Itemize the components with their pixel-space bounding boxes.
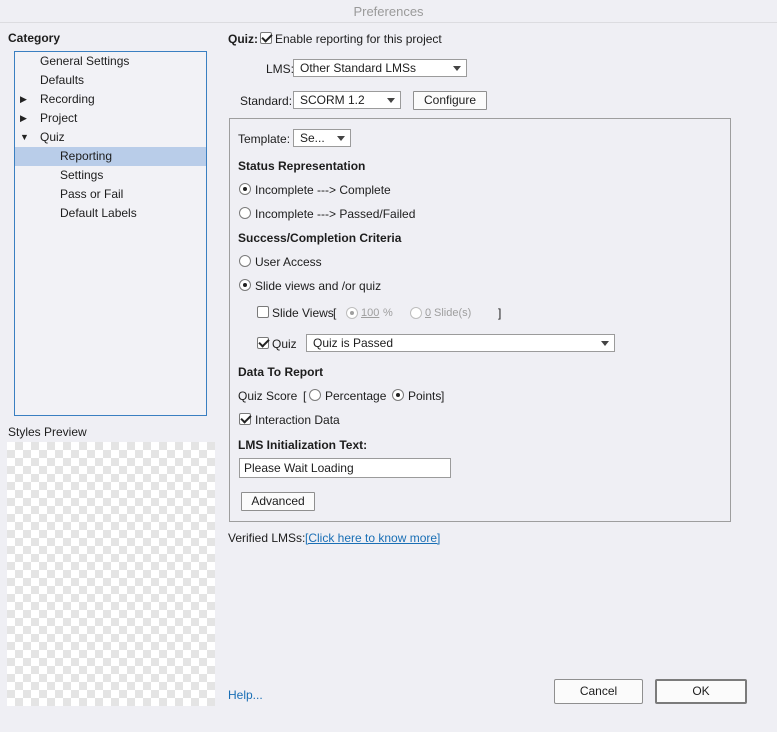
quiz-score-open-bracket: [: [303, 389, 307, 403]
quiz-score-label: Quiz Score: [238, 389, 298, 403]
percentage-radio[interactable]: [309, 389, 321, 401]
points-label[interactable]: Points: [408, 389, 441, 403]
percentage-label[interactable]: Percentage: [325, 389, 386, 403]
slide-views-quiz-label[interactable]: Slide views and /or quiz: [255, 279, 381, 293]
tree-item-label: Quiz: [40, 130, 65, 144]
quiz-score-close-bracket: ]: [441, 389, 445, 403]
slide-views-open-bracket: [: [333, 306, 337, 320]
data-to-report-heading: Data To Report: [238, 365, 324, 379]
tree-item-label: General Settings: [40, 54, 130, 68]
lms-label: LMS:: [266, 62, 295, 76]
expand-arrow-icon[interactable]: ▶: [20, 109, 27, 128]
chevron-down-icon: [601, 341, 609, 346]
slide-views-percent-value[interactable]: 100: [361, 307, 379, 319]
status-passed-failed-radio[interactable]: [239, 207, 251, 219]
tree-item-label: Pass or Fail: [60, 187, 124, 201]
slide-views-quiz-radio[interactable]: [239, 279, 251, 291]
standard-select-value: SCORM 1.2: [300, 93, 365, 107]
chevron-down-icon: [387, 98, 395, 103]
tree-item-label: Defaults: [40, 73, 85, 87]
status-representation-heading: Status Representation: [238, 159, 366, 173]
status-complete-label[interactable]: Incomplete ---> Complete: [255, 183, 391, 197]
tree-item-recording[interactable]: ▶ Recording: [15, 90, 206, 109]
slide-views-label[interactable]: Slide Views: [272, 306, 334, 320]
cancel-button[interactable]: Cancel: [554, 679, 643, 704]
window-title: Preferences: [0, 0, 777, 23]
quiz-criteria-checkbox[interactable]: [257, 337, 269, 349]
expand-arrow-icon[interactable]: ▶: [20, 90, 27, 109]
tree-item-pass-or-fail[interactable]: Pass or Fail: [15, 185, 206, 204]
category-label: Category: [8, 31, 61, 45]
verified-lms-link[interactable]: [Click here to know more]: [305, 531, 440, 545]
tree-item-settings[interactable]: Settings: [15, 166, 206, 185]
slide-views-percent-unit: %: [383, 307, 393, 319]
tree-item-general-settings[interactable]: General Settings: [15, 52, 206, 71]
template-select[interactable]: Se...: [293, 129, 351, 147]
slide-views-count-radio[interactable]: [410, 307, 422, 319]
ok-button[interactable]: OK: [655, 679, 747, 704]
user-access-label[interactable]: User Access: [255, 255, 322, 269]
lms-init-heading: LMS Initialization Text:: [238, 438, 368, 452]
criteria-heading: Success/Completion Criteria: [238, 231, 402, 245]
quiz-condition-select[interactable]: Quiz is Passed: [306, 334, 615, 352]
enable-reporting-label[interactable]: Enable reporting for this project: [275, 32, 442, 46]
slide-views-count-value[interactable]: 0: [425, 307, 431, 319]
collapse-arrow-icon[interactable]: ▼: [20, 128, 29, 147]
chevron-down-icon: [453, 66, 461, 71]
enable-reporting-checkbox[interactable]: [260, 32, 272, 44]
tree-item-project[interactable]: ▶ Project: [15, 109, 206, 128]
lms-select-value: Other Standard LMSs: [300, 61, 417, 75]
status-passed-failed-label[interactable]: Incomplete ---> Passed/Failed: [255, 207, 415, 221]
tree-item-defaults[interactable]: Defaults: [15, 71, 206, 90]
interaction-data-checkbox[interactable]: [239, 413, 251, 425]
quiz-criteria-label[interactable]: Quiz: [272, 337, 297, 351]
help-link[interactable]: Help...: [228, 688, 263, 702]
user-access-radio[interactable]: [239, 255, 251, 267]
tree-item-reporting[interactable]: Reporting: [15, 147, 206, 166]
tree-item-label: Default Labels: [60, 206, 137, 220]
lms-select[interactable]: Other Standard LMSs: [293, 59, 467, 77]
advanced-button[interactable]: Advanced: [241, 492, 315, 511]
category-tree[interactable]: General Settings Defaults ▶ Recording ▶ …: [14, 51, 207, 416]
verified-lms-label: Verified LMSs:: [228, 531, 306, 545]
slide-views-percent-radio[interactable]: [346, 307, 358, 319]
tree-item-label: Project: [40, 111, 78, 125]
standard-label: Standard:: [240, 94, 293, 108]
interaction-data-label[interactable]: Interaction Data: [255, 413, 340, 427]
tree-item-label: Recording: [40, 92, 95, 106]
configure-button[interactable]: Configure: [413, 91, 487, 110]
tree-item-label: Settings: [60, 168, 104, 182]
quiz-label: Quiz:: [228, 32, 258, 46]
standard-select[interactable]: SCORM 1.2: [293, 91, 401, 109]
tree-item-quiz[interactable]: ▼ Quiz: [15, 128, 206, 147]
template-label: Template:: [238, 132, 291, 146]
tree-item-label: Reporting: [60, 149, 113, 163]
slide-views-count-unit: Slide(s): [434, 307, 472, 319]
quiz-condition-value: Quiz is Passed: [313, 336, 394, 350]
lms-init-text-input[interactable]: Please Wait Loading: [239, 458, 451, 478]
points-radio[interactable]: [392, 389, 404, 401]
slide-views-checkbox[interactable]: [257, 306, 269, 318]
chevron-down-icon: [337, 136, 345, 141]
styles-preview-canvas: [7, 442, 215, 706]
status-complete-radio[interactable]: [239, 183, 251, 195]
template-select-value: Se...: [300, 131, 325, 145]
styles-preview-label: Styles Preview: [8, 425, 87, 439]
slide-views-close-bracket: ]: [498, 306, 502, 320]
tree-item-default-labels[interactable]: Default Labels: [15, 204, 206, 223]
